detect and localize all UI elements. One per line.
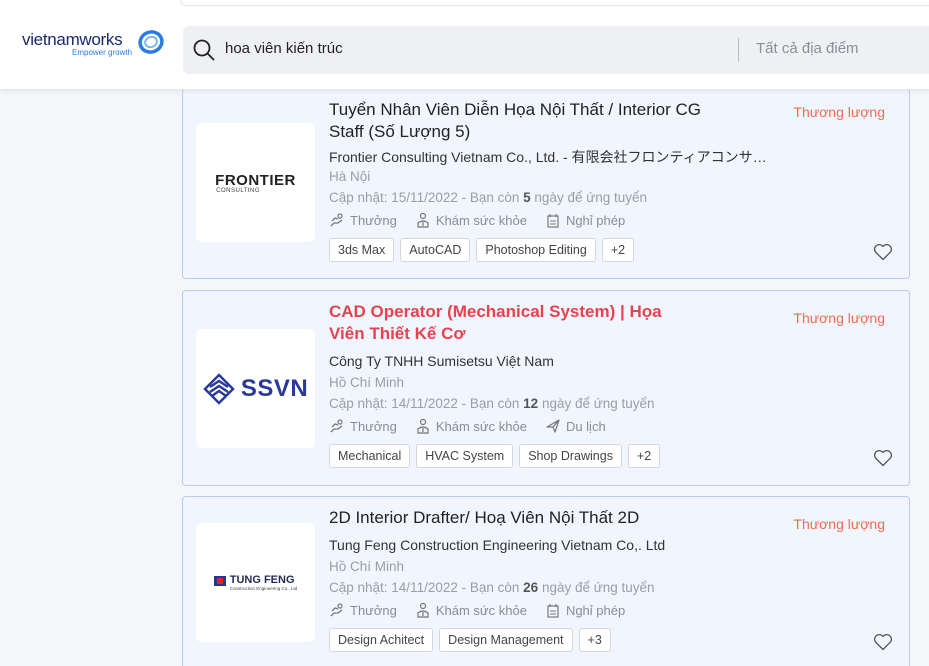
benefits: Thưởng Khám sức khỏe Du lịch — [329, 418, 606, 434]
benefit: Khám sức khỏe — [415, 602, 527, 618]
job-location: Hà Nội — [329, 169, 371, 184]
skill-tag[interactable]: Design Achitect — [329, 628, 434, 652]
benefit-label: Khám sức khỏe — [435, 418, 527, 434]
job-title[interactable]: Tuyển Nhân Viên Diễn Họa Nội Thất / Inte… — [329, 99, 709, 143]
tungfeng-logo: TUNG FENG Construction Engineering Co., … — [213, 574, 298, 591]
benefit-label: Thưởng — [350, 418, 397, 434]
search-bar — [183, 26, 929, 74]
updated-prefix: Cập nhật: 15/11/2022 - Bạn còn — [329, 190, 524, 205]
days-left: 12 — [523, 396, 539, 411]
days-left: 5 — [523, 190, 531, 205]
benefit-label: Nghỉ phép — [565, 212, 626, 228]
benefit-label: Khám sức khỏe — [435, 602, 527, 618]
updated-suffix: ngày để ứng tuyển — [538, 396, 655, 411]
job-card[interactable]: SSVN CAD Operator (Mechanical System) | … — [182, 290, 910, 486]
job-title[interactable]: CAD Operator (Mechanical System) | Họa V… — [329, 301, 689, 345]
company-name[interactable]: Tung Feng Construction Engineering Vietn… — [329, 537, 769, 553]
company-name[interactable]: Frontier Consulting Vietnam Co., Ltd. - … — [329, 147, 769, 167]
bonus-icon — [330, 213, 343, 227]
vietnamworks-logo[interactable]: vietnamworks Empower growth — [22, 28, 172, 62]
skill-tag[interactable]: Design Management — [439, 628, 573, 652]
more-tags[interactable]: +2 — [601, 238, 635, 262]
travel-plane-icon — [546, 419, 560, 433]
more-tags[interactable]: +3 — [578, 628, 611, 652]
skill-tag[interactable]: AutoCAD — [400, 238, 471, 262]
company-logo[interactable]: TUNG FENG Construction Engineering Co., … — [196, 523, 315, 642]
logo-ring-icon — [138, 30, 164, 54]
bonus-icon — [330, 603, 343, 617]
bonus-icon — [330, 419, 343, 433]
skill-tags: Mechanical HVAC System Shop Drawings +2 — [329, 444, 661, 468]
frontier-logo: FRONTIER CONSULTING — [215, 172, 296, 194]
logo-name: FRONTIER — [215, 171, 296, 189]
save-job-heart-icon[interactable] — [873, 633, 893, 651]
benefit-label: Khám sức khỏe — [435, 212, 527, 228]
top-border — [180, 0, 929, 6]
search-divider — [738, 38, 739, 62]
benefit: Thưởng — [329, 602, 397, 618]
benefit-label: Thưởng — [350, 602, 397, 618]
logo-sub: Construction Engineering Co., Ltd — [229, 586, 298, 591]
ssvn-emblem-icon — [203, 372, 235, 405]
updated-suffix: ngày để ứng tuyển — [530, 190, 648, 205]
benefit-label: Thưởng — [350, 212, 397, 228]
job-card[interactable]: FRONTIER CONSULTING Tuyển Nhân Viên Diễn… — [182, 88, 910, 279]
health-check-icon — [417, 602, 429, 618]
job-card[interactable]: TUNG FENG Construction Engineering Co., … — [182, 496, 910, 666]
health-check-icon — [417, 212, 429, 228]
benefit: Nghỉ phép — [545, 602, 625, 618]
salary: Thương lượng — [793, 104, 885, 120]
updated-info: Cập nhật: 14/11/2022 - Bạn còn 26 ngày đ… — [329, 580, 655, 595]
site-header: vietnamworks Empower growth — [0, 0, 929, 90]
leave-icon — [547, 604, 559, 618]
skill-tag[interactable]: Mechanical — [329, 444, 411, 468]
benefit: Thưởng — [329, 212, 397, 228]
location-input[interactable] — [756, 40, 929, 57]
benefits: Thưởng Khám sức khỏe Nghỉ phép — [329, 212, 625, 228]
logo-name: SSVN — [240, 374, 309, 402]
updated-info: Cập nhật: 14/11/2022 - Bạn còn 12 ngày đ… — [329, 396, 655, 411]
benefit-label: Nghỉ phép — [565, 602, 626, 618]
company-logo[interactable]: SSVN — [196, 329, 315, 448]
job-location: Hồ Chí Minh — [329, 559, 405, 574]
updated-info: Cập nhật: 15/11/2022 - Bạn còn 5 ngày để… — [329, 190, 647, 205]
benefit: Du lịch — [545, 418, 606, 434]
company-name[interactable]: Công Ty TNHH Sumisetsu Việt Nam — [329, 353, 769, 369]
skill-tag[interactable]: HVAC System — [416, 444, 514, 468]
benefit: Thưởng — [329, 418, 397, 434]
salary: Thương lượng — [793, 516, 885, 532]
company-logo[interactable]: FRONTIER CONSULTING — [196, 123, 315, 242]
salary: Thương lượng — [793, 310, 885, 326]
benefit-label: Du lịch — [565, 418, 606, 434]
tungfeng-emblem-icon — [213, 576, 226, 586]
days-left: 26 — [523, 580, 539, 595]
search-input[interactable] — [225, 40, 705, 57]
search-icon[interactable] — [192, 38, 216, 62]
leave-icon — [547, 214, 559, 228]
benefit: Khám sức khỏe — [415, 212, 527, 228]
benefit: Khám sức khỏe — [415, 418, 527, 434]
job-location: Hồ Chí Minh — [329, 375, 405, 390]
skill-tags: 3ds Max AutoCAD Photoshop Editing +2 — [329, 238, 635, 262]
benefits: Thưởng Khám sức khỏe Nghỉ phép — [329, 602, 625, 618]
job-title[interactable]: 2D Interior Drafter/ Hoạ Viên Nội Thất 2… — [329, 507, 729, 529]
updated-prefix: Cập nhật: 14/11/2022 - Bạn còn — [329, 396, 524, 411]
more-tags[interactable]: +2 — [627, 444, 661, 468]
skill-tag[interactable]: 3ds Max — [329, 238, 395, 262]
logo-tagline: Empower growth — [72, 48, 133, 57]
updated-prefix: Cập nhật: 14/11/2022 - Bạn còn — [329, 580, 524, 595]
save-job-heart-icon[interactable] — [873, 243, 893, 261]
skill-tags: Design Achitect Design Management +3 — [329, 628, 611, 652]
skill-tag[interactable]: Photoshop Editing — [476, 238, 596, 262]
logo-name: TUNG FENG — [229, 574, 295, 586]
updated-suffix: ngày để ứng tuyển — [538, 580, 655, 595]
logo-text: vietnamworks — [22, 30, 123, 49]
health-check-icon — [417, 418, 429, 434]
save-job-heart-icon[interactable] — [873, 449, 893, 467]
ssvn-logo: SSVN — [203, 372, 309, 405]
skill-tag[interactable]: Shop Drawings — [519, 444, 622, 468]
benefit: Nghỉ phép — [545, 212, 625, 228]
